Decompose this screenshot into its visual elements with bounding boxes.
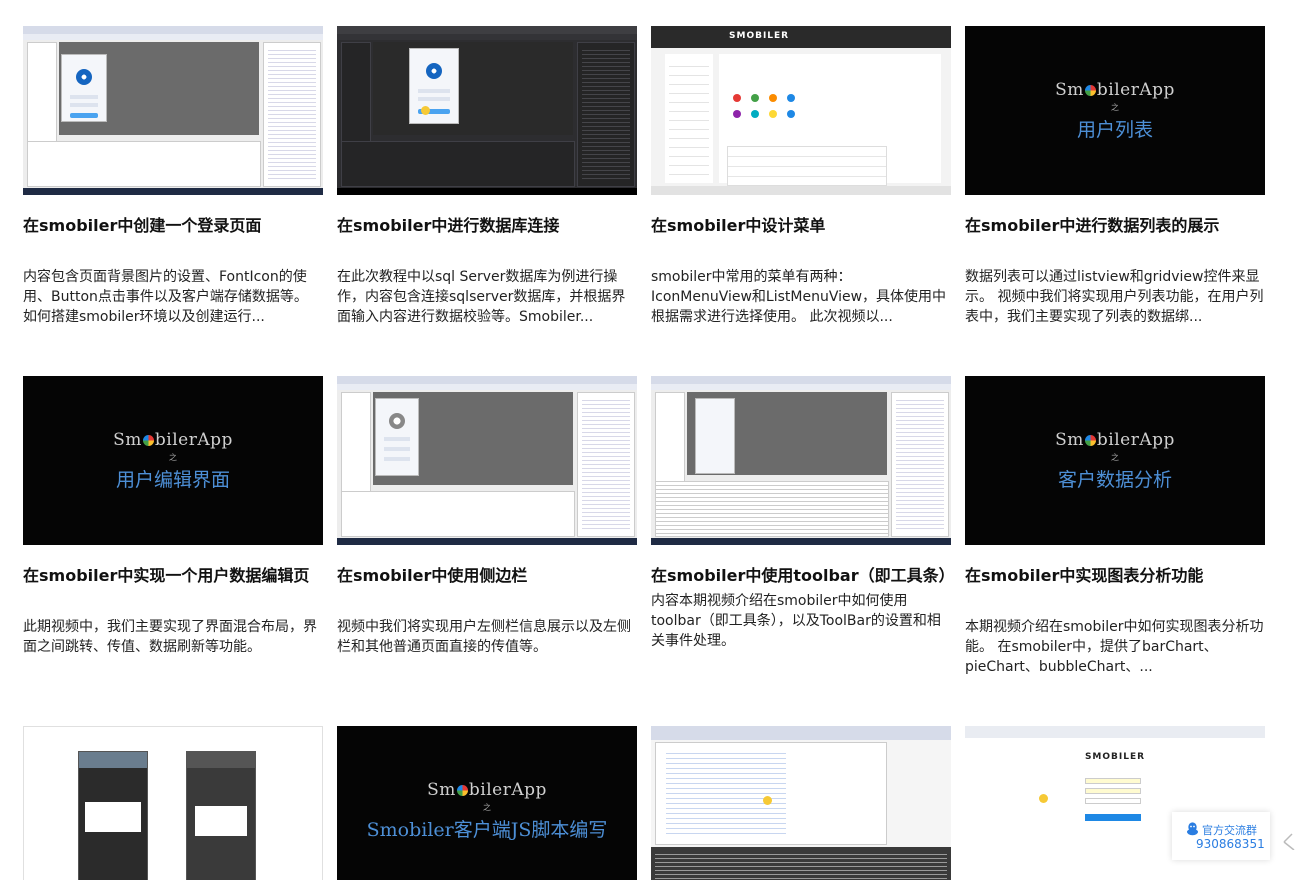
- qq-group-label[interactable]: 官方交流群: [1202, 822, 1257, 838]
- video-description: 数据列表可以通过listview和gridview控件来显示。 视频中我们将实现…: [965, 269, 1264, 325]
- qq-group-number: 930868351: [1196, 837, 1265, 851]
- video-thumbnail[interactable]: Sm bilerApp 之 用户列表: [965, 26, 1265, 195]
- video-card[interactable]: 在smobiler中使用侧边栏 视频中我们将实现用户左侧栏信息展示以及左侧栏和其…: [337, 376, 637, 657]
- video-title[interactable]: 在smobiler中实现一个用户数据编辑页: [23, 561, 323, 591]
- thumb-subtitle: 客户数据分析: [1057, 468, 1172, 491]
- video-thumbnail[interactable]: Sm bilerApp 之 用户编辑界面: [23, 376, 323, 545]
- video-title[interactable]: 在smobiler中创建一个登录页面: [23, 211, 323, 241]
- video-thumbnail[interactable]: [337, 376, 637, 545]
- thumb-subtitle: 用户列表: [1076, 118, 1153, 141]
- video-title[interactable]: 在smobiler中设计菜单: [651, 211, 951, 241]
- video-card[interactable]: Sm bilerApp 之 用户列表 在smobiler中进行数据列表的展示 数据…: [965, 26, 1265, 327]
- video-title[interactable]: 在smobiler中进行数据列表的展示: [965, 211, 1265, 241]
- video-thumbnail[interactable]: [651, 726, 951, 880]
- video-title[interactable]: 在smobiler中使用侧边栏: [337, 561, 637, 591]
- video-title[interactable]: 在smobiler中实现图表分析功能: [965, 561, 1265, 591]
- video-description: 在此次教程中以sql Server数据库为例进行操作，内容包含连接sqlserv…: [337, 269, 626, 325]
- video-description: 视频中我们将实现用户左侧栏信息展示以及左侧栏和其他普通页面直接的传值等。: [337, 619, 631, 655]
- smobiler-wordmark: SMOBILER: [729, 31, 790, 41]
- thumb-brand-title: Sm bilerApp: [1055, 79, 1175, 100]
- video-thumbnail[interactable]: Sm bilerApp 之 Smobiler客户端JS脚本编写: [337, 726, 637, 880]
- video-card[interactable]: SMOBILER 在smobiler中设计菜单 smobiler中常用的菜单有两…: [651, 26, 951, 327]
- thumb-connector: 之: [483, 802, 491, 812]
- video-description: 此期视频中，我们主要实现了界面混合布局，界面之间跳转、传值、数据刷新等功能。: [23, 619, 317, 655]
- video-card[interactable]: Sm bilerApp 之 Smobiler客户端JS脚本编写: [337, 726, 637, 880]
- brand-logo-o-icon: [1084, 434, 1096, 446]
- thumb-brand-title: Sm bilerApp: [1055, 429, 1175, 450]
- thumb-brand-title: Sm bilerApp: [113, 429, 233, 450]
- video-description: smobiler中常用的菜单有两种：IconMenuView和ListMenuV…: [651, 269, 947, 325]
- scroll-to-top-icon[interactable]: [1282, 826, 1295, 850]
- video-thumbnail[interactable]: SMOBILER: [651, 26, 951, 195]
- video-card[interactable]: 在smobiler中创建一个登录页面 内容包含页面背景图片的设置、FontIco…: [23, 26, 323, 327]
- video-thumbnail[interactable]: [23, 26, 323, 195]
- video-title[interactable]: 在smobiler中使用toolbar（即工具条）: [651, 561, 955, 591]
- video-description: 内容本期视频介绍在smobiler中如何使用toolbar（即工具条），以及To…: [651, 593, 941, 649]
- thumb-subtitle: Smobiler客户端JS脚本编写: [366, 818, 608, 841]
- video-card[interactable]: [23, 726, 323, 880]
- video-card[interactable]: 在smobiler中使用toolbar（即工具条） 内容本期视频介绍在smobi…: [651, 376, 955, 651]
- video-card[interactable]: Sm bilerApp 之 客户数据分析 在smobiler中实现图表分析功能 本…: [965, 376, 1265, 677]
- thumb-connector: 之: [169, 452, 177, 462]
- thumb-subtitle: 用户编辑界面: [115, 468, 230, 491]
- video-thumbnail[interactable]: [651, 376, 951, 545]
- video-card[interactable]: Sm bilerApp 之 用户编辑界面 在smobiler中实现一个用户数据编辑…: [23, 376, 323, 657]
- thumb-connector: 之: [1111, 102, 1119, 112]
- smobiler-wordmark: SMOBILER: [1084, 752, 1146, 762]
- thumb-brand-title: Sm bilerApp: [427, 779, 547, 800]
- brand-logo-o-icon: [142, 434, 154, 446]
- thumb-connector: 之: [1111, 452, 1119, 462]
- qq-icon: [1187, 822, 1198, 836]
- video-title[interactable]: 在smobiler中进行数据库连接: [337, 211, 637, 241]
- video-card[interactable]: 在smobiler中进行数据库连接 在此次教程中以sql Server数据库为例…: [337, 26, 637, 327]
- brand-logo-o-icon: [1084, 84, 1096, 96]
- brand-logo-o-icon: [456, 784, 468, 796]
- video-thumbnail[interactable]: Sm bilerApp 之 客户数据分析: [965, 376, 1265, 545]
- video-thumbnail[interactable]: [337, 26, 637, 195]
- video-thumbnail[interactable]: [23, 726, 323, 880]
- video-card[interactable]: [651, 726, 951, 880]
- video-description: 内容包含页面背景图片的设置、FontIcon的使用、Button点击事件以及客户…: [23, 269, 308, 325]
- video-description: 本期视频介绍在smobiler中如何实现图表分析功能。 在smobiler中，提…: [965, 619, 1264, 675]
- qq-group-widget[interactable]: 官方交流群 930868351: [1172, 812, 1270, 860]
